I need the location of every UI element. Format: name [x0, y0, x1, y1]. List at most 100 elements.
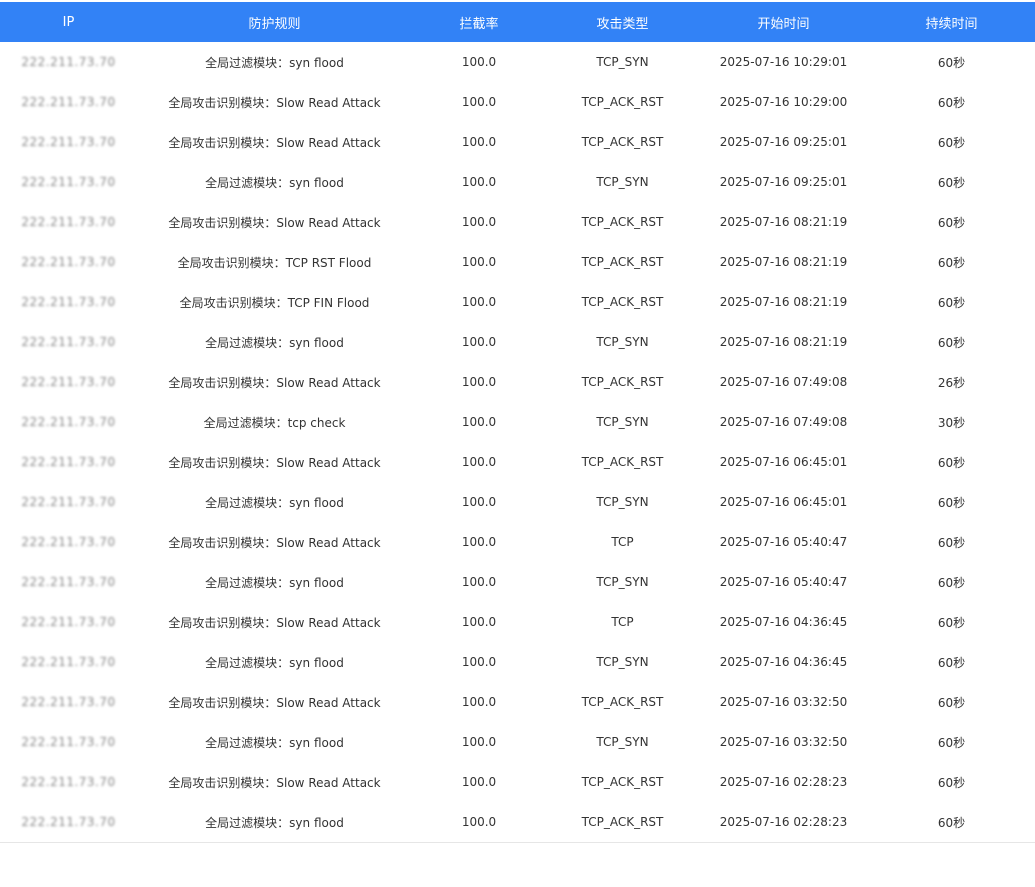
table-row: 222.211.73.70 全局攻击识别模块：Slow Read Attack 10… — [0, 762, 1035, 802]
cell-rule: 全局过滤模块：syn flood — [205, 495, 344, 510]
cell-rule: 全局攻击识别模块：Slow Read Attack — [168, 615, 381, 630]
table-bottom-divider — [0, 842, 1035, 843]
cell-ip: 222.211.73.70 — [0, 415, 137, 429]
table-row: 222.211.73.70 全局过滤模块：syn flood 100.0 TCP_SY… — [0, 722, 1035, 762]
cell-rate: 100.0 — [461, 375, 497, 389]
cell-ip: 222.211.73.70 — [0, 95, 137, 109]
cell-rate: 100.0 — [461, 215, 497, 229]
cell-ip: 222.211.73.70 — [0, 695, 137, 709]
cell-duration: 60秒 — [937, 535, 966, 550]
cell-attack-type: TCP — [611, 615, 634, 629]
cell-rule: 全局攻击识别模块：Slow Read Attack — [168, 775, 381, 790]
cell-rule: 全局过滤模块：syn flood — [205, 55, 344, 70]
cell-attack-type: TCP_SYN — [596, 655, 649, 669]
cell-ip: 222.211.73.70 — [0, 455, 137, 469]
ip-address-blurred: 222.211.73.70 — [21, 255, 116, 269]
table-row: 222.211.73.70 全局攻击识别模块：TCP RST Flood 100.0… — [0, 242, 1035, 282]
ip-address-blurred: 222.211.73.70 — [21, 575, 116, 589]
table-row: 222.211.73.70 全局过滤模块：syn flood 100.0 TCP_SY… — [0, 642, 1035, 682]
cell-ip: 222.211.73.70 — [0, 255, 137, 269]
cell-duration: 60秒 — [937, 95, 966, 110]
cell-attack-type: TCP_SYN — [596, 335, 649, 349]
cell-duration: 60秒 — [937, 695, 966, 710]
cell-rule: 全局攻击识别模块：Slow Read Attack — [168, 95, 381, 110]
cell-duration: 60秒 — [937, 815, 966, 830]
table-row: 222.211.73.70 全局过滤模块：syn flood 100.0 TCP_SY… — [0, 42, 1035, 82]
table-row: 222.211.73.70 全局过滤模块：tcp check 100.0 TCP_SY… — [0, 402, 1035, 442]
cell-rate: 100.0 — [461, 295, 497, 309]
cell-start-time: 2025-07-16 03:32:50 — [719, 695, 848, 709]
cell-attack-type: TCP_ACK_RST — [581, 255, 664, 269]
ip-address-blurred: 222.211.73.70 — [21, 95, 116, 109]
cell-ip: 222.211.73.70 — [0, 135, 137, 149]
cell-start-time: 2025-07-16 09:25:01 — [719, 175, 848, 189]
table-row: 222.211.73.70 全局过滤模块：syn flood 100.0 TCP_AC… — [0, 802, 1035, 842]
cell-rate: 100.0 — [461, 815, 497, 829]
cell-rule: 全局攻击识别模块：Slow Read Attack — [168, 215, 381, 230]
table-row: 222.211.73.70 全局攻击识别模块：Slow Read Attack 10… — [0, 202, 1035, 242]
cell-start-time: 2025-07-16 05:40:47 — [719, 575, 848, 589]
cell-start-time: 2025-07-16 08:21:19 — [719, 335, 848, 349]
cell-start-time: 2025-07-16 09:25:01 — [719, 135, 848, 149]
cell-start-time: 2025-07-16 06:45:01 — [719, 455, 848, 469]
cell-ip: 222.211.73.70 — [0, 375, 137, 389]
cell-duration: 60秒 — [937, 175, 966, 190]
cell-start-time: 2025-07-16 06:45:01 — [719, 495, 848, 509]
table-row: 222.211.73.70 全局攻击识别模块：Slow Read Attack 10… — [0, 522, 1035, 562]
cell-ip: 222.211.73.70 — [0, 615, 137, 629]
cell-rate: 100.0 — [461, 655, 497, 669]
cell-rule: 全局攻击识别模块：TCP RST Flood — [177, 255, 372, 270]
cell-rule: 全局过滤模块：syn flood — [205, 175, 344, 190]
cell-rate: 100.0 — [461, 135, 497, 149]
cell-start-time: 2025-07-16 07:49:08 — [719, 415, 848, 429]
ip-address-blurred: 222.211.73.70 — [21, 135, 116, 149]
table-row: 222.211.73.70 全局过滤模块：syn flood 100.0 TCP_SY… — [0, 162, 1035, 202]
cell-rule: 全局攻击识别模块：Slow Read Attack — [168, 695, 381, 710]
cell-attack-type: TCP_SYN — [596, 415, 649, 429]
cell-attack-type: TCP_ACK_RST — [581, 815, 664, 829]
cell-ip: 222.211.73.70 — [0, 335, 137, 349]
cell-start-time: 2025-07-16 08:21:19 — [719, 255, 848, 269]
cell-ip: 222.211.73.70 — [0, 655, 137, 669]
cell-duration: 60秒 — [937, 655, 966, 670]
cell-attack-type: TCP_ACK_RST — [581, 95, 664, 109]
cell-attack-type: TCP_SYN — [596, 735, 649, 749]
cell-duration: 60秒 — [937, 775, 966, 790]
ip-address-blurred: 222.211.73.70 — [21, 735, 116, 749]
header-start-time: 开始时间 — [757, 16, 810, 32]
cell-duration: 60秒 — [937, 495, 966, 510]
cell-attack-type: TCP_SYN — [596, 575, 649, 589]
cell-ip: 222.211.73.70 — [0, 775, 137, 789]
table-row: 222.211.73.70 全局攻击识别模块：Slow Read Attack 10… — [0, 442, 1035, 482]
cell-duration: 60秒 — [937, 735, 966, 750]
table-row: 222.211.73.70 全局过滤模块：syn flood 100.0 TCP_SY… — [0, 322, 1035, 362]
ip-address-blurred: 222.211.73.70 — [21, 455, 116, 469]
cell-start-time: 2025-07-16 03:32:50 — [719, 735, 848, 749]
ip-address-blurred: 222.211.73.70 — [21, 535, 116, 549]
cell-ip: 222.211.73.70 — [0, 575, 137, 589]
cell-ip: 222.211.73.70 — [0, 815, 137, 829]
cell-rate: 100.0 — [461, 735, 497, 749]
cell-duration: 26秒 — [937, 375, 966, 390]
cell-attack-type: TCP_SYN — [596, 55, 649, 69]
ip-address-blurred: 222.211.73.70 — [21, 655, 116, 669]
cell-attack-type: TCP_ACK_RST — [581, 455, 664, 469]
cell-attack-type: TCP_ACK_RST — [581, 695, 664, 709]
ip-address-blurred: 222.211.73.70 — [21, 295, 116, 309]
cell-start-time: 2025-07-16 02:28:23 — [719, 815, 848, 829]
cell-start-time: 2025-07-16 08:21:19 — [719, 295, 848, 309]
cell-attack-type: TCP_ACK_RST — [581, 375, 664, 389]
header-rate: 拦截率 — [459, 16, 499, 32]
cell-attack-type: TCP_SYN — [596, 175, 649, 189]
cell-duration: 60秒 — [937, 455, 966, 470]
ip-address-blurred: 222.211.73.70 — [21, 175, 116, 189]
cell-rule: 全局过滤模块：tcp check — [203, 415, 346, 430]
cell-ip: 222.211.73.70 — [0, 735, 137, 749]
cell-duration: 60秒 — [937, 295, 966, 310]
cell-ip: 222.211.73.70 — [0, 535, 137, 549]
cell-rate: 100.0 — [461, 55, 497, 69]
ip-address-blurred: 222.211.73.70 — [21, 55, 116, 69]
table-row: 222.211.73.70 全局攻击识别模块：Slow Read Attack 10… — [0, 682, 1035, 722]
cell-rate: 100.0 — [461, 455, 497, 469]
cell-rate: 100.0 — [461, 255, 497, 269]
